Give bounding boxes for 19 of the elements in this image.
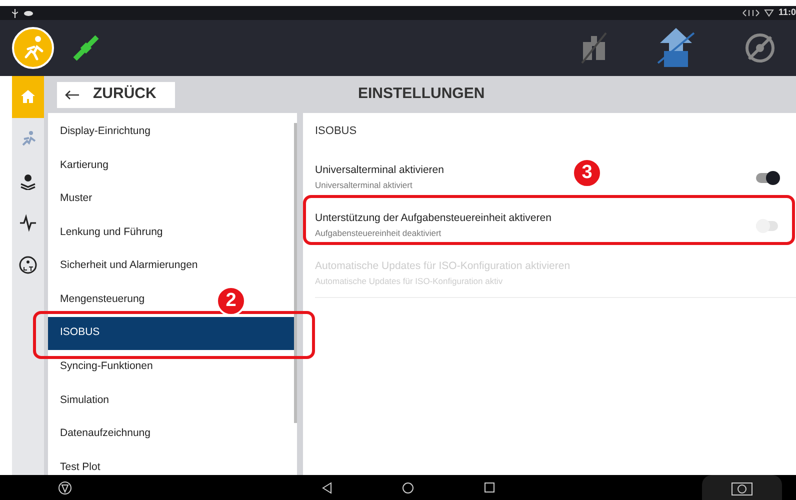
menu-item[interactable]: Simulation [60, 392, 110, 410]
menu-item[interactable]: Sicherheit und Alarmierungen [60, 257, 198, 276]
menu-item[interactable]: Datenaufzeichnung [60, 425, 150, 444]
page-title: EINSTELLUNGEN [358, 84, 485, 104]
menu-item[interactable]: Syncing-Funktionen [60, 358, 153, 376]
menu-item[interactable]: Mengensteuerung [60, 290, 145, 309]
status-time: 11:0 [778, 6, 796, 20]
section-title: ISOBUS [315, 124, 358, 139]
menu-item[interactable]: ISOBUS [48, 316, 297, 350]
menu-item[interactable]: Lenkung und Führung [60, 224, 163, 242]
menu-item[interactable]: Muster [60, 190, 92, 208]
menu-item[interactable]: Test Plot [60, 458, 100, 475]
setting-subtitle: Universalterminal aktiviert [315, 179, 414, 192]
setting-title[interactable]: Unterstützung der Aufgabensteuereinheit aktiveren [315, 211, 552, 227]
back-button[interactable]: ZURÜCK [57, 82, 175, 108]
setting-title[interactable]: Universalterminal aktivieren [315, 163, 444, 179]
setting-subtitle: Aufgabensteuereinheit deaktiviert [315, 227, 442, 240]
menu-item[interactable]: Kartierung [60, 156, 108, 174]
menu-item[interactable]: Display-Einrichtung [60, 122, 150, 141]
